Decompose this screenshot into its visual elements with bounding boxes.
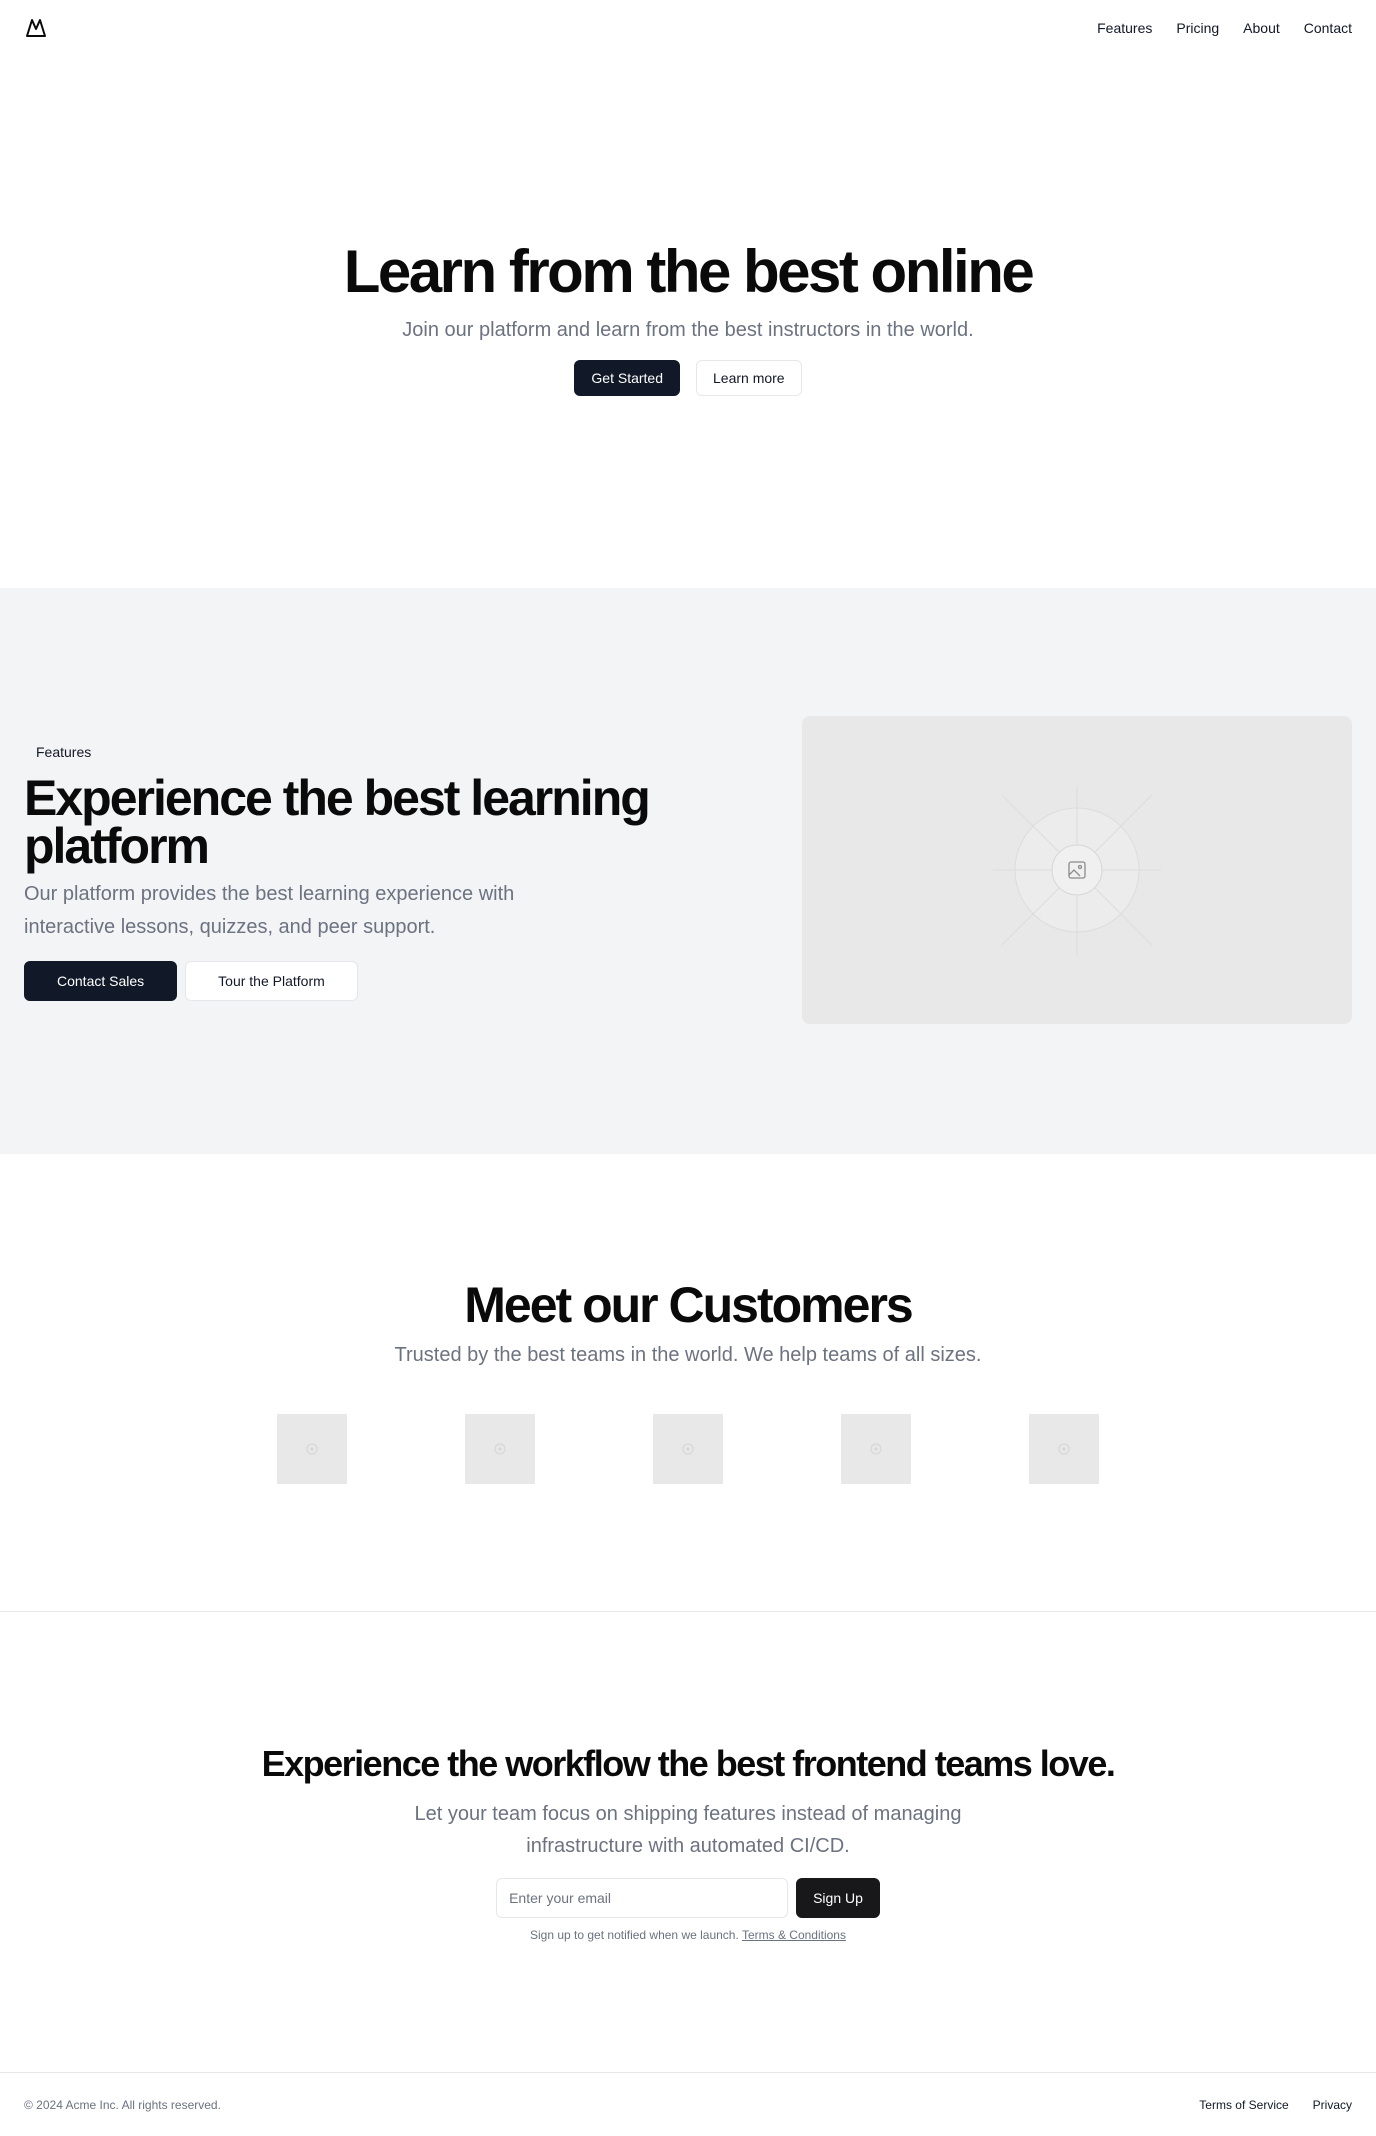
hero-section: Learn from the best online Join our plat… — [0, 56, 1376, 588]
nav-link-pricing[interactable]: Pricing — [1176, 20, 1219, 36]
customer-logo — [841, 1414, 911, 1484]
features-actions: Contact Sales Tour the Platform — [24, 961, 358, 1001]
customers-title: Meet our Customers — [464, 1277, 913, 1333]
nav-link-features[interactable]: Features — [1097, 20, 1152, 36]
hero-title: Learn from the best online — [343, 238, 1035, 305]
signup-note-text: Sign up to get notified when we launch. — [530, 1928, 739, 1942]
customer-logo — [465, 1414, 535, 1484]
image-placeholder-icon — [494, 1443, 506, 1455]
site-header: Features Pricing About Contact — [0, 0, 1376, 56]
customer-logo — [653, 1414, 723, 1484]
learn-more-button[interactable]: Learn more — [696, 360, 802, 396]
features-image-placeholder — [802, 716, 1352, 1024]
features-section: Features Experience the best learning pl… — [0, 588, 1376, 1154]
cta-title: Experience the workflow the best fronten… — [261, 1743, 1116, 1784]
features-description: Our platform provides the best learning … — [24, 883, 515, 938]
image-placeholder-icon — [306, 1443, 318, 1455]
main-nav: Features Pricing About Contact — [1097, 20, 1352, 36]
features-badge: Features — [36, 744, 92, 760]
image-placeholder-icon — [870, 1443, 882, 1455]
cta-description: Let your team focus on shipping features… — [414, 1803, 962, 1857]
hero-actions: Get Started Learn more — [0, 360, 1376, 396]
footer-link-privacy[interactable]: Privacy — [1313, 2098, 1352, 2112]
cta-section: Experience the workflow the best fronten… — [0, 1612, 1376, 2072]
image-placeholder-icon — [1058, 1443, 1070, 1455]
site-footer: © 2024 Acme Inc. All rights reserved. Te… — [0, 2072, 1376, 2136]
image-placeholder-icon — [993, 786, 1161, 954]
features-title: Experience the best learning platform — [24, 770, 651, 874]
customer-logos — [0, 1414, 1376, 1484]
customer-logo — [277, 1414, 347, 1484]
customers-subtitle: Trusted by the best teams in the world. … — [394, 1344, 982, 1366]
mountain-icon — [26, 19, 46, 37]
customer-logo — [1029, 1414, 1099, 1484]
tour-platform-button[interactable]: Tour the Platform — [185, 961, 358, 1001]
copyright-text: © 2024 Acme Inc. All rights reserved. — [24, 2097, 221, 2112]
email-input[interactable] — [496, 1878, 789, 1918]
nav-link-contact[interactable]: Contact — [1304, 20, 1352, 36]
footer-link-terms[interactable]: Terms of Service — [1199, 2098, 1288, 2112]
image-placeholder-icon — [682, 1443, 694, 1455]
sign-up-button[interactable]: Sign Up — [796, 1878, 880, 1918]
customers-section: Meet our Customers Trusted by the best t… — [0, 1154, 1376, 1612]
contact-sales-button[interactable]: Contact Sales — [24, 961, 178, 1001]
footer-links: Terms of Service Privacy — [1199, 2098, 1352, 2112]
terms-link[interactable]: Terms & Conditions — [742, 1928, 846, 1942]
logo-link[interactable] — [24, 16, 48, 40]
signup-form: Sign Up — [0, 1878, 1376, 1918]
nav-link-about[interactable]: About — [1243, 20, 1280, 36]
get-started-button[interactable]: Get Started — [574, 360, 680, 396]
hero-subtitle: Join our platform and learn from the bes… — [402, 319, 974, 341]
signup-note: Sign up to get notified when we launch. … — [0, 1928, 1376, 1942]
